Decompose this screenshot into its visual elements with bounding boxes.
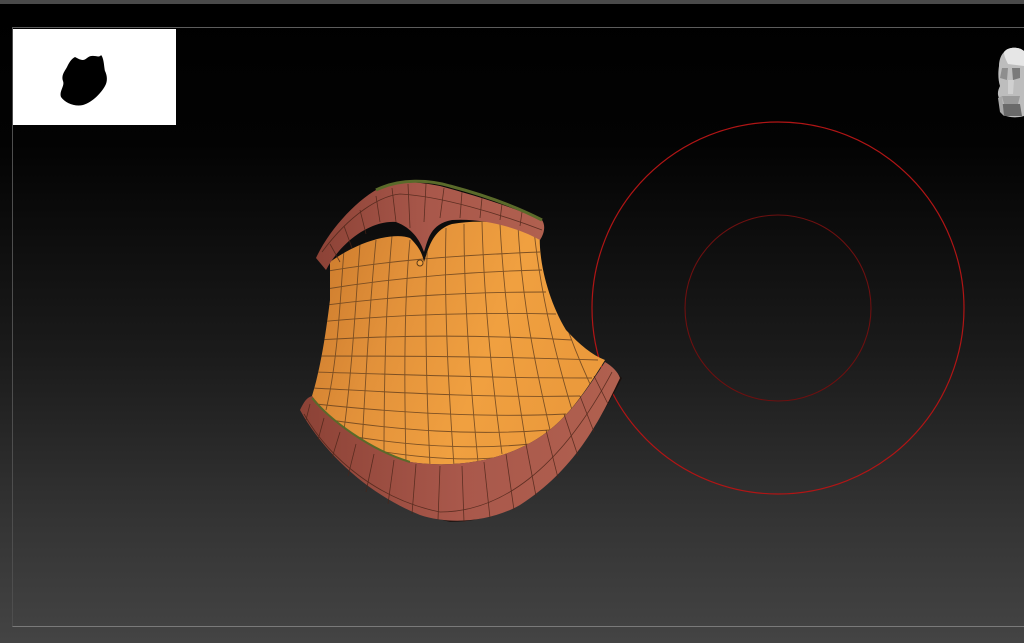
brush-outer-circle: [591, 121, 965, 495]
brush-inner-circle: [684, 214, 872, 402]
mesh-vertex-marker: [416, 259, 424, 267]
sculpt-scene[interactable]: [0, 0, 1024, 643]
zbrush-app: [0, 0, 1024, 643]
corset-mesh[interactable]: [300, 179, 622, 523]
